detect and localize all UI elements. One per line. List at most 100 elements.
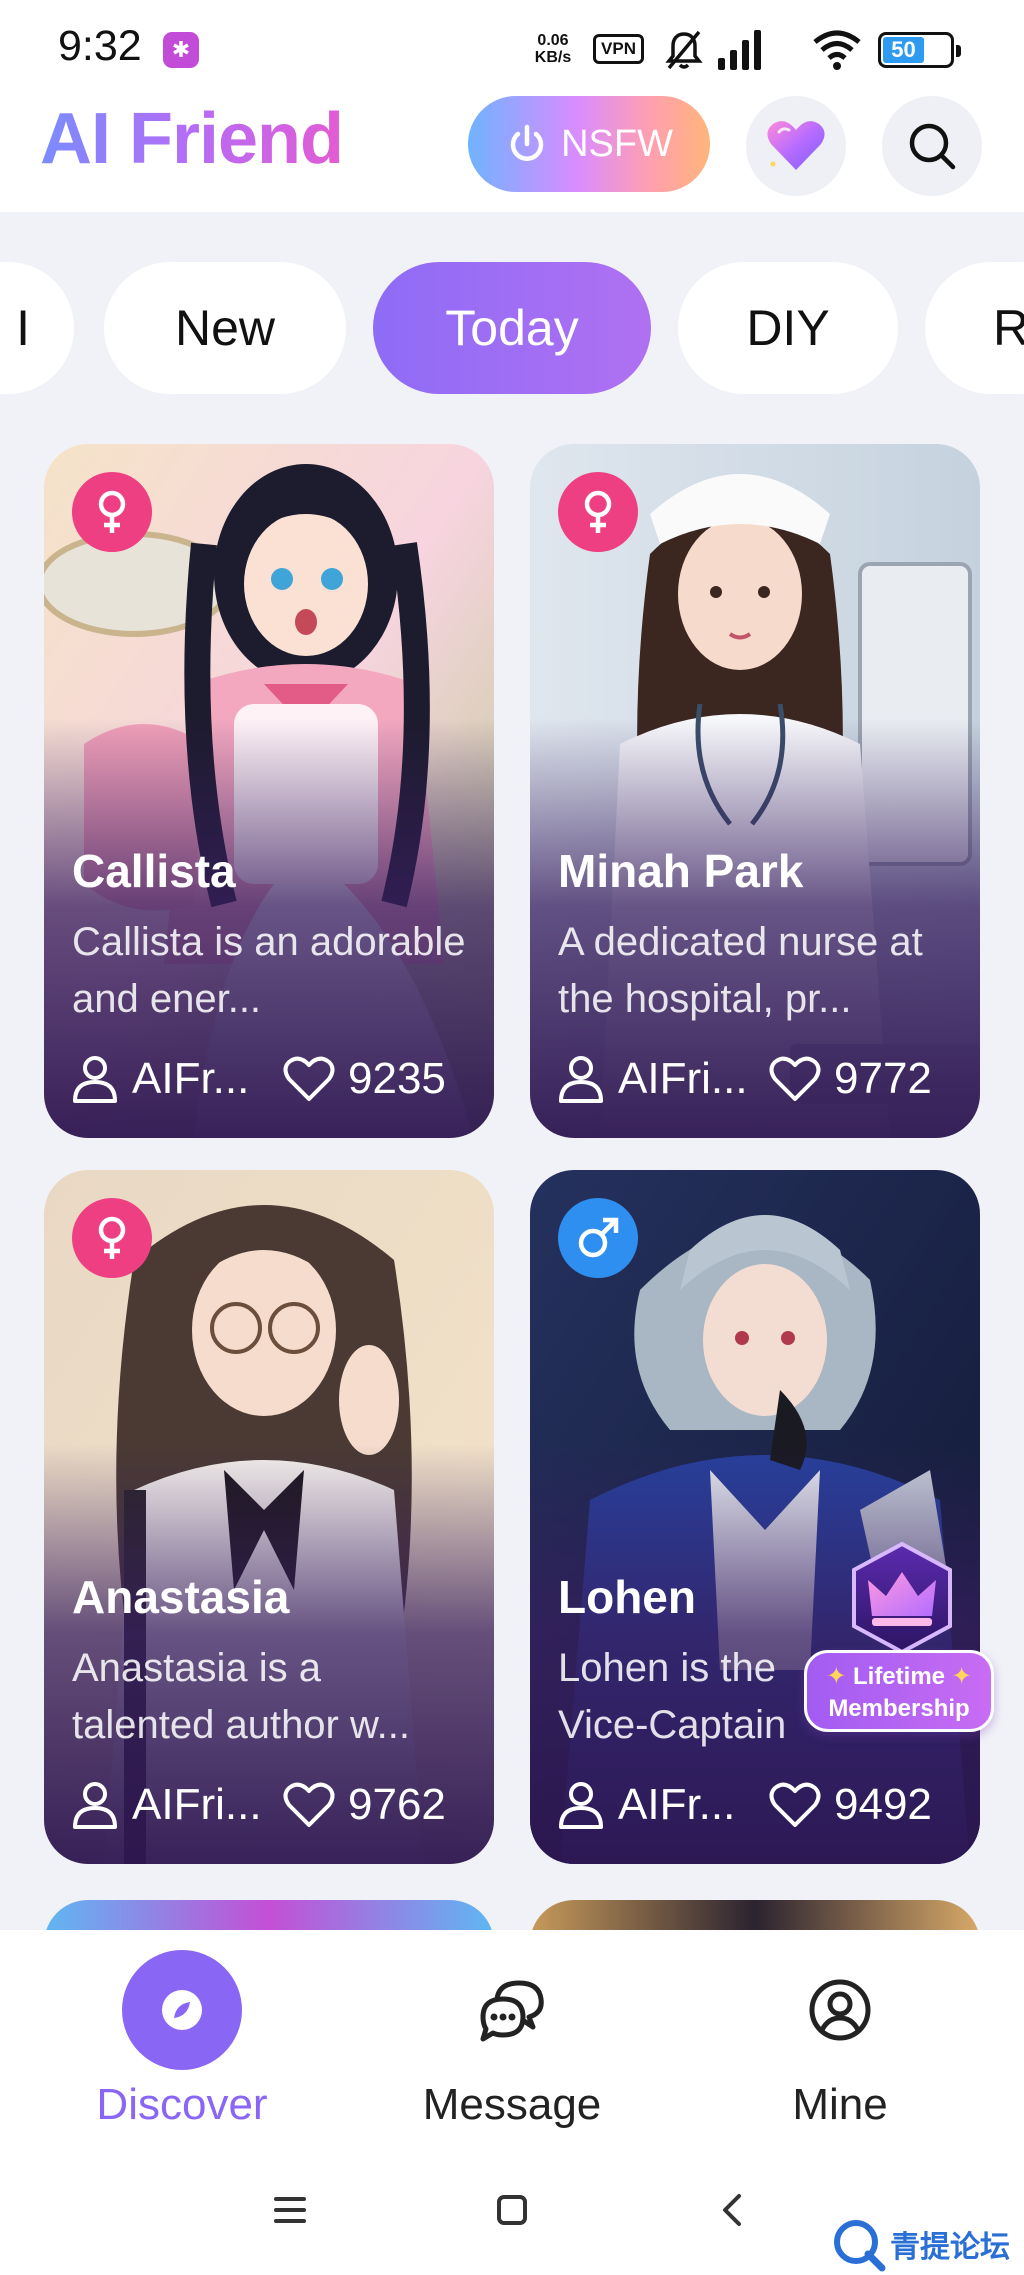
crown-icon <box>852 1541 952 1655</box>
nav-label: Discover <box>96 2080 268 2129</box>
card-likes: 9772 <box>768 1054 932 1104</box>
lifetime-membership-button[interactable]: ✦ Lifetime ✦ Membership <box>804 1540 994 1740</box>
nsfw-label: NSFW <box>561 122 673 165</box>
card-meta: AIFri... 9772 <box>558 1049 956 1109</box>
nav-discover[interactable]: Discover <box>32 1930 332 2130</box>
character-card-partial[interactable] <box>530 1900 980 1930</box>
tab-label: New <box>174 300 276 356</box>
mute-icon <box>665 30 703 70</box>
battery-icon: 50 <box>878 32 961 68</box>
search-button[interactable] <box>882 96 982 196</box>
vpn-icon: VPN <box>593 34 644 64</box>
bottom-nav: Discover Message Mine <box>0 1930 1024 2150</box>
status-icons: 0.06 KB/s VPN 50 <box>526 28 966 72</box>
tab-partial-right[interactable]: R <box>925 262 1024 394</box>
heart-icon <box>769 1782 821 1827</box>
nav-mine[interactable]: Mine <box>690 1930 990 2130</box>
heart-icon <box>283 1782 335 1827</box>
author-name: AIFri... <box>132 1780 262 1829</box>
nav-label: Mine <box>792 2080 888 2129</box>
author-name: AIFr... <box>618 1780 736 1829</box>
character-card[interactable]: Minah Park A dedicated nurse at the hosp… <box>530 444 980 1138</box>
card-likes: 9762 <box>282 1780 446 1830</box>
power-icon <box>510 124 544 161</box>
card-likes: 9235 <box>282 1054 446 1104</box>
nsfw-toggle-button[interactable]: NSFW <box>468 96 710 192</box>
heart-icon <box>283 1056 335 1101</box>
male-symbol-icon <box>578 1217 619 1258</box>
message-icon-wrap <box>452 1950 572 2070</box>
home-square-icon <box>497 2195 527 2225</box>
card-meta: AIFr... 9235 <box>72 1049 470 1109</box>
like-count: 9772 <box>834 1054 932 1103</box>
watermark-logo-icon <box>834 2220 886 2272</box>
character-card[interactable]: Callista Callista is an adorable and ene… <box>44 444 494 1138</box>
female-badge <box>72 472 152 552</box>
character-name: Anastasia <box>72 1571 290 1623</box>
battery-tip <box>956 45 961 57</box>
system-menu-button[interactable] <box>260 2180 320 2240</box>
promo-line1: Lifetime <box>852 1663 945 1690</box>
nav-label: Message <box>422 2080 602 2129</box>
tab-partial-left[interactable]: I <box>0 262 74 394</box>
discover-icon-wrap <box>122 1950 242 2070</box>
user-icon <box>73 1782 117 1829</box>
nav-message[interactable]: Message <box>362 1930 662 2130</box>
female-symbol-icon <box>98 1216 126 1259</box>
forum-watermark: 青提论坛 <box>830 2214 1010 2274</box>
character-description: Callista is an adorable and ener... <box>72 920 466 1021</box>
cell-signal-icon <box>718 30 761 70</box>
system-back-button[interactable] <box>702 2180 762 2240</box>
character-card[interactable]: Anastasia Anastasia is a talented author… <box>44 1170 494 1864</box>
character-card[interactable]: Lohen Lohen is the Vice-Captain AIFr... … <box>530 1170 980 1864</box>
female-symbol-icon <box>98 490 126 533</box>
author-name: AIFr... <box>132 1054 250 1103</box>
wifi-icon <box>813 30 861 70</box>
female-symbol-icon <box>584 490 612 533</box>
tab-new[interactable]: New <box>104 262 346 394</box>
tab-label: I <box>16 300 30 356</box>
mine-icon-wrap <box>780 1950 900 2070</box>
tab-diy[interactable]: DIY <box>678 262 898 394</box>
battery-level: 50 <box>883 37 924 63</box>
tab-today[interactable]: Today <box>373 262 651 394</box>
network-speed-unit: KB/s <box>534 49 572 66</box>
male-badge <box>558 1198 638 1278</box>
card-author: AIFri... <box>558 1054 768 1104</box>
user-icon <box>559 1056 603 1103</box>
character-description: A dedicated nurse at the hospital, pr... <box>558 920 923 1021</box>
card-likes: 9492 <box>768 1780 932 1830</box>
network-speed: 0.06 KB/s <box>528 32 578 66</box>
card-meta: AIFr... 9492 <box>558 1775 956 1835</box>
female-badge <box>558 472 638 552</box>
character-description: Anastasia is a talented author w... <box>72 1646 411 1747</box>
profile-icon <box>809 1979 871 2041</box>
menu-icon <box>274 2197 306 2223</box>
tab-label: Today <box>445 300 579 356</box>
female-badge <box>72 1198 152 1278</box>
gem-heart-icon <box>767 121 825 170</box>
heart-icon <box>769 1056 821 1101</box>
like-count: 9235 <box>348 1054 446 1103</box>
back-chevron-icon <box>723 2194 741 2226</box>
tab-label: DIY <box>746 300 830 356</box>
watermark-text: 青提论坛 <box>890 2231 1010 2264</box>
app-notification-icon: ✱ <box>163 32 199 68</box>
character-name: Callista <box>72 845 236 897</box>
character-name: Lohen <box>558 1571 696 1623</box>
like-count: 9492 <box>834 1780 932 1829</box>
vip-heart-button[interactable] <box>746 96 846 196</box>
app-title: AI Friend <box>40 99 344 179</box>
lifetime-membership-label: ✦ Lifetime ✦ Membership <box>804 1650 994 1732</box>
character-description: Lohen is the Vice-Captain <box>558 1646 787 1747</box>
compass-icon <box>162 1990 202 2030</box>
status-bar: 9:32 ✱ 0.06 KB/s VPN 50 <box>0 0 1024 92</box>
system-home-button[interactable] <box>482 2180 542 2240</box>
card-author: AIFri... <box>72 1780 282 1830</box>
search-icon <box>909 123 956 170</box>
like-count: 9762 <box>348 1780 446 1829</box>
user-icon <box>73 1056 117 1103</box>
author-name: AIFri... <box>618 1054 748 1103</box>
promo-line2: Membership <box>828 1695 970 1722</box>
character-card-partial[interactable] <box>44 1900 494 1930</box>
